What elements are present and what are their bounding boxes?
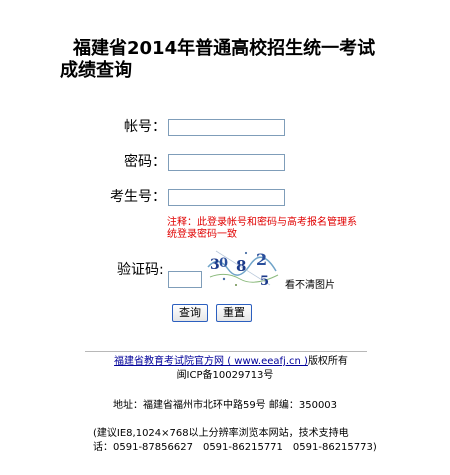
exam-number-input[interactable]: [168, 189, 285, 206]
footer-icp: 闽ICP备10029713号: [176, 370, 274, 381]
query-button[interactable]: 查询: [172, 304, 208, 322]
footer-address: 地址：福建省福州市北环中路59号 邮编：350003: [112, 400, 338, 411]
account-label: 帐号：: [124, 119, 166, 135]
footer-divider: [85, 351, 367, 352]
captcha-label: 验证码:: [117, 262, 164, 278]
footer-copyright: 福建省教育考试院官方网 ( www.eeafj.cn )版权所有: [0, 356, 450, 368]
footer-advice: (建议IE8,1024×768以上分辨率浏览本网站，技术支持电: [93, 428, 349, 439]
footer-phones: 话：0591-87856627 0591-86215771 0591-86215…: [93, 442, 377, 453]
account-input[interactable]: [168, 119, 285, 136]
password-input[interactable]: [168, 154, 285, 171]
captcha-char: 5: [260, 274, 269, 289]
reset-button[interactable]: 重置: [216, 304, 252, 322]
captcha-input[interactable]: [168, 271, 202, 288]
captcha-image[interactable]: 3 0 8 2 5: [206, 245, 280, 289]
exam-number-label: 考生号：: [110, 189, 166, 205]
login-notice: 注释：此登录帐号和密码与高考报名管理系统登录密码一致: [167, 217, 357, 240]
official-site-link[interactable]: 福建省教育考试院官方网 ( www.eeafj.cn ): [114, 356, 308, 367]
page-title: 福建省2014年普通高校招生统一考试成绩查询: [60, 38, 376, 81]
captcha-char: 2: [256, 250, 267, 269]
password-label: 密码：: [124, 154, 166, 170]
refresh-captcha-link[interactable]: 看不清图片: [285, 276, 335, 291]
captcha-char: 0: [219, 256, 228, 271]
copyright-text: 版权所有: [307, 356, 348, 367]
captcha-char: 8: [236, 257, 246, 275]
